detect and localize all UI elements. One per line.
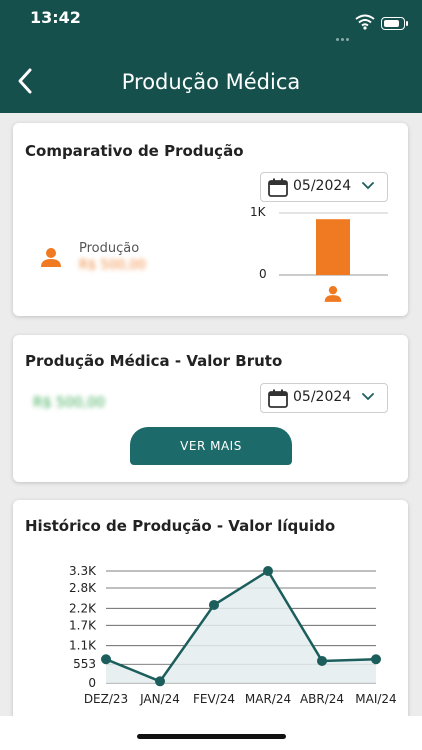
x-tick-label: ABR/24 (300, 692, 344, 706)
y-tick-label: 553 (73, 657, 96, 671)
person-icon (324, 286, 342, 302)
y-tick-label: 1.7K (69, 618, 97, 632)
valor-bruto-title: Produção Médica - Valor Bruto (25, 352, 283, 370)
calendar-icon (268, 389, 288, 408)
y-tick-label: 1.1K (69, 639, 97, 653)
data-point (371, 654, 381, 665)
y-tick-label: 3.3K (69, 564, 97, 578)
x-tick-label: JAN/24 (139, 692, 180, 706)
y-tick-label: 0 (88, 676, 96, 690)
battery-icon (381, 17, 405, 30)
y-tick-label: 2.2K (69, 601, 97, 615)
valor-bruto-card: Produção Médica - Valor Bruto R$ 500,00 … (13, 335, 408, 482)
data-point (317, 655, 327, 666)
bar-produção (316, 219, 350, 275)
valor-bruto-date-value: 05/2024 (293, 389, 352, 405)
valor-bruto-date-select[interactable]: 05/2024 (260, 383, 388, 413)
x-tick-label: FEV/24 (193, 692, 235, 706)
app-header: 13:42 Produção Médica (0, 0, 422, 113)
data-point (263, 566, 273, 576)
signal-icon (336, 26, 352, 41)
bottom-bar (0, 716, 422, 750)
comparativo-card: Comparativo de Produção 05/2024 Produção… (13, 123, 408, 316)
x-tick-label: DEZ/23 (84, 692, 128, 706)
x-tick-label: MAI/24 (355, 692, 396, 706)
data-point (209, 599, 219, 610)
page-title: Produção Médica (121, 70, 301, 94)
data-point (155, 676, 165, 687)
x-tick-label: MAR/24 (245, 692, 291, 706)
status-time: 13:42 (30, 8, 81, 27)
wifi-icon (355, 14, 375, 30)
historico-card: Histórico de Produção - Valor líquido 3.… (13, 500, 408, 730)
comparativo-chart (279, 212, 388, 276)
chevron-down-icon (362, 393, 374, 401)
home-indicator[interactable] (137, 734, 286, 739)
data-point (101, 654, 111, 665)
historico-chart: 3.3K 2.8K 2.2K 1.7K 1.1K 553 0 DEZ/23 JAN/24 FEV/… (69, 564, 397, 706)
ver-mais-button[interactable]: VER MAIS (130, 427, 292, 465)
valor-bruto-value: R$ 500,00 (33, 395, 106, 411)
y-tick-label: 2.8K (69, 581, 97, 595)
